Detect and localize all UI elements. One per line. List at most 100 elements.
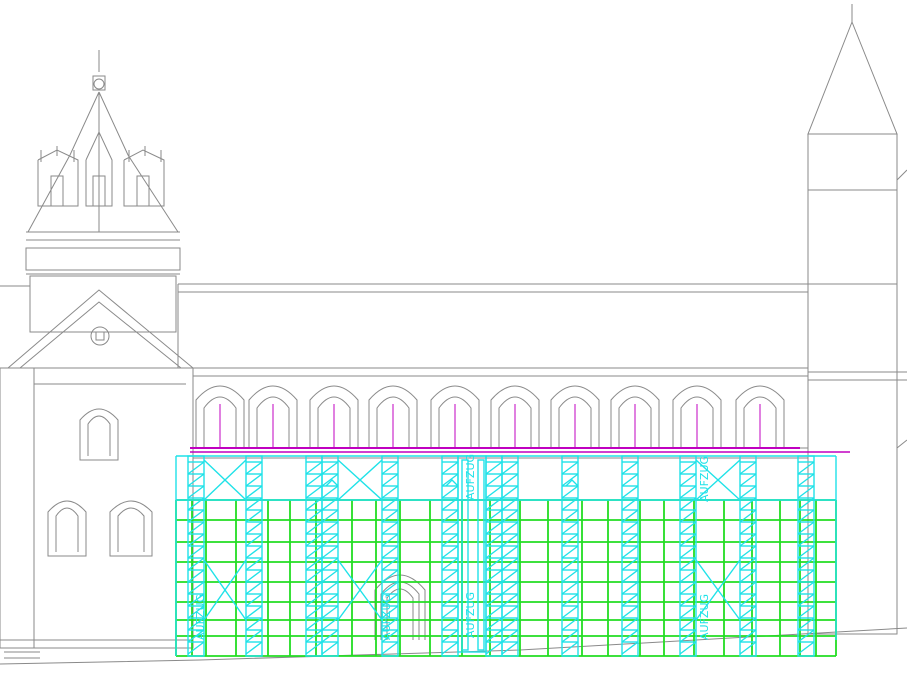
scaffold-brace [441,557,459,571]
scaffold-brace [739,485,757,499]
scaffold-brace [441,521,459,535]
scaffold-brace [441,545,459,559]
scaffold-brace [381,641,399,655]
scaffold-brace [305,557,323,571]
scaffold-brace [501,473,519,487]
scaffold-brace [561,533,579,547]
scaffold-brace [245,473,263,487]
scaffold-brace [621,581,639,595]
scaffold-brace [739,569,757,583]
scaffold-frames [175,455,837,657]
scaffold-brace [739,533,757,547]
scaffold-brace [621,605,639,619]
scaffold-brace [381,473,399,487]
scaffold-brace [187,557,205,571]
scaffold-brace [797,485,815,499]
scaffold-brace [501,533,519,547]
scaffold-brace [381,569,399,583]
scaffold-brace [245,605,263,619]
scaffold-brace [441,485,459,499]
scaffold-brace [485,641,503,655]
scaffold-brace [739,557,757,571]
elevation-drawing: AUFZUG AUFZUG AUFZUG AUFZUG AUFZUG AUFZU… [0,0,907,671]
scaffold-brace [621,521,639,535]
scaffold-brace [485,473,503,487]
scaffold-brace [501,581,519,595]
scaffold-brace [305,485,323,499]
scaffold-brace [561,641,579,655]
scaffold-brace [501,521,519,535]
scaffold-brace [321,545,339,559]
scaffold-brace [381,545,399,559]
scaffold-brace [561,605,579,619]
scaffold-brace [305,605,323,619]
scaffold-brace [485,461,503,475]
lift-label: AUFZUG [380,594,393,640]
scaffold-brace [679,461,697,475]
scaffold-brace [381,581,399,595]
scaffold-brace [305,473,323,487]
lift-label: AUFZUG [698,594,711,640]
scaffold-brace [381,557,399,571]
scaffold-brace [739,473,757,487]
scaffold-brace [245,581,263,595]
scaffold-brace [321,641,339,655]
scaffold-brace [381,485,399,499]
clerestory-windows [195,385,785,448]
scaffold-brace [485,593,503,607]
scaffold-brace [501,485,519,499]
scaffold-brace [501,605,519,619]
scaffold-brace [501,557,519,571]
lift-shaft-rail [477,459,485,651]
lift-label: AUFZUG [194,594,207,640]
scaffold-brace [561,545,579,559]
scaffold-brace [561,557,579,571]
scaffold-brace [621,461,639,475]
scaffold-brace [245,593,263,607]
scaffold-brace [305,461,323,475]
scaffold-brace [321,557,339,571]
scaffold-brace [797,473,815,487]
scaffold-brace [441,461,459,475]
scaffold-brace [305,545,323,559]
scaffold-brace [739,593,757,607]
scaffold-brace [501,569,519,583]
scaffold-brace [561,485,579,499]
scaffold-brace [485,521,503,535]
nave [0,283,808,459]
scaffold-brace [187,533,205,547]
scaffold-brace [305,521,323,535]
scaffold-brace [501,545,519,559]
scaffold-brace [561,461,579,475]
scaffold-brace [245,545,263,559]
scaffold-brace [561,581,579,595]
scaffold-brace [485,545,503,559]
scaffold-brace [739,581,757,595]
scaffold-brace [321,569,339,583]
scaffold-brace [381,461,399,475]
scaffold-brace [739,521,757,535]
scaffold-brace [485,533,503,547]
scaffold-brace [187,461,205,475]
elevation-svg: AUFZUG AUFZUG AUFZUG AUFZUG AUFZUG AUFZU… [0,4,907,665]
scaffold-brace [485,605,503,619]
scaffold-brace [501,461,519,475]
scaffold-brace [381,521,399,535]
scaffold-brace [187,521,205,535]
scaffold-tube-grid [175,499,837,657]
scaffold-brace [245,485,263,499]
scaffold-brace [305,569,323,583]
scaffold-brace [305,593,323,607]
scaffold-brace [245,569,263,583]
scaffold-brace [187,473,205,487]
scaffold-brace [561,521,579,535]
scaffold-brace [501,593,519,607]
scaffold-brace [245,533,263,547]
scaffold-brace [321,485,339,499]
scaffold-brace [245,461,263,475]
scaffold-brace [441,569,459,583]
scaffold-brace [187,545,205,559]
scaffold-brace [441,605,459,619]
scaffold-brace [305,533,323,547]
scaffold-brace [321,605,339,619]
